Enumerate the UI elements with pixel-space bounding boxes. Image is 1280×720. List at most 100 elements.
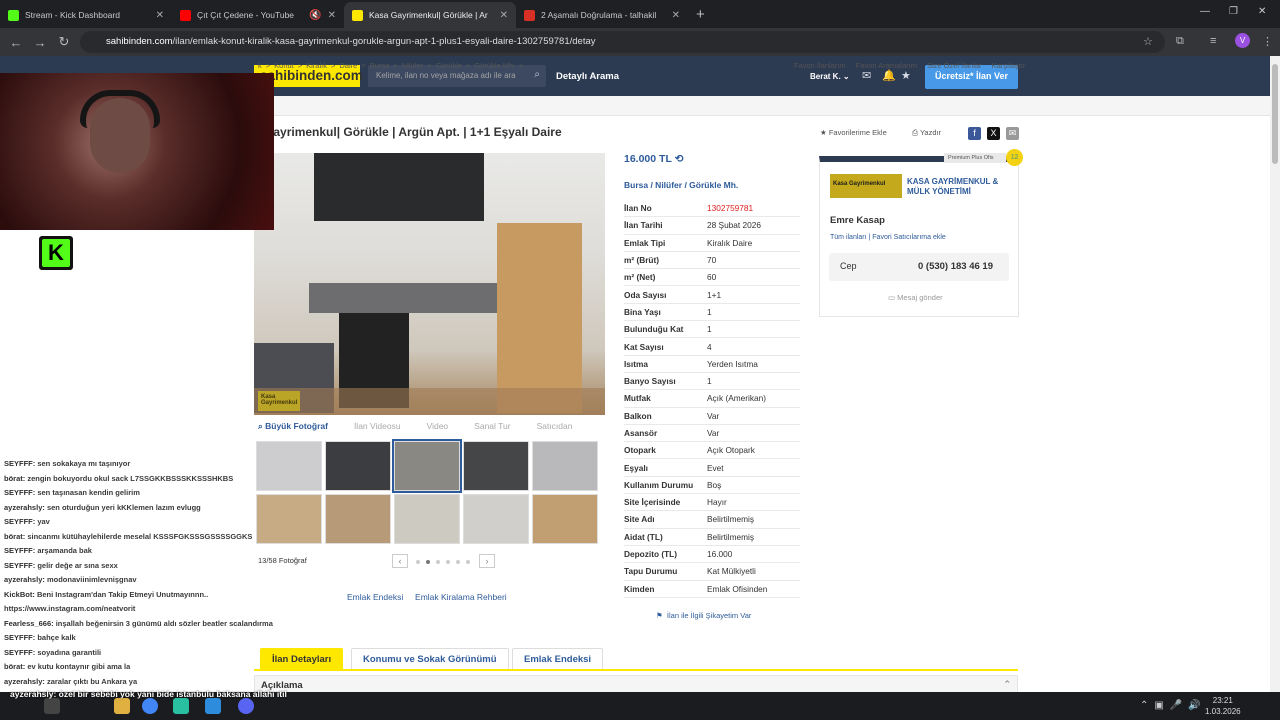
search-icon[interactable]: ⌕ xyxy=(534,69,540,80)
minimize-icon[interactable]: — xyxy=(1200,6,1210,17)
close-tab-icon[interactable]: ✕ xyxy=(156,10,164,21)
photo-thumbnail[interactable] xyxy=(392,439,462,493)
extensions-icon[interactable]: ⧉ xyxy=(1176,35,1184,48)
quick-link[interactable]: Favori İlanlarım xyxy=(794,61,846,70)
breadcrumb-item[interactable]: k xyxy=(258,61,262,70)
breadcrumb-item[interactable]: Kiralık xyxy=(306,61,327,70)
photo-thumbnail[interactable] xyxy=(394,494,460,544)
reload-icon[interactable]: ↻ xyxy=(52,34,76,50)
print-link[interactable]: ⎙ Yazdır xyxy=(912,128,941,138)
chat-username[interactable]: SEYFFF: xyxy=(4,561,35,570)
photo-thumbnail[interactable] xyxy=(325,494,391,544)
pager-dot[interactable] xyxy=(416,560,420,564)
chat-username[interactable]: SEYFFF: xyxy=(4,648,35,657)
x-share-icon[interactable]: X xyxy=(987,127,1000,140)
emlak-endeksi-link[interactable]: Emlak Endeksi xyxy=(347,592,403,602)
discord-icon[interactable] xyxy=(238,698,254,714)
close-tab-icon[interactable]: ✕ xyxy=(672,10,680,21)
tab-sahibinden[interactable]: Kasa Gayrimenkul| Görükle | Ar ✕ xyxy=(344,2,516,28)
chat-username[interactable]: ayzerahsly: xyxy=(4,677,45,686)
address-bar[interactable]: sahibinden.com/ilan/emlak-konut-kiralik-… xyxy=(80,31,1165,53)
breadcrumb-item[interactable]: Görükle Mh. xyxy=(474,61,515,70)
tab-location[interactable]: Konumu ve Sokak Görünümü xyxy=(351,648,509,670)
detailed-search-link[interactable]: Detaylı Arama xyxy=(556,71,619,82)
pager-dot[interactable] xyxy=(456,560,460,564)
photo-thumbnail[interactable] xyxy=(325,441,391,491)
chat-username[interactable]: SEYFFF: xyxy=(4,517,35,526)
large-photo-button[interactable]: ⌕ Büyük Fotoğraf xyxy=(258,421,328,432)
chat-username[interactable]: Fearless_666: xyxy=(4,619,54,628)
add-favorite-link[interactable]: ★ Favorilerime Ekle xyxy=(820,128,887,137)
system-tray[interactable]: ⌃▣🎤🔊 xyxy=(1140,700,1207,711)
rental-guide-link[interactable]: Emlak Kiralama Rehberi xyxy=(415,592,507,602)
forward-icon[interactable]: → xyxy=(28,35,52,50)
scrollbar-thumb[interactable] xyxy=(1272,64,1278,164)
email-share-icon[interactable]: ✉ xyxy=(1006,127,1019,140)
breadcrumb-item[interactable]: Nilüfer xyxy=(402,61,424,70)
chat-username[interactable]: SEYFFF: xyxy=(4,459,35,468)
chat-username[interactable]: SEYFFF: xyxy=(4,546,35,555)
chat-username[interactable]: SEYFFF: xyxy=(4,488,35,497)
photo-thumbnail[interactable] xyxy=(532,441,598,491)
tab-emlak-endeksi[interactable]: Emlak Endeksi xyxy=(512,648,604,670)
tab-kick-dashboard[interactable]: Stream - Kick Dashboard ✕ xyxy=(0,2,172,28)
chat-username[interactable]: börat: xyxy=(4,474,25,483)
location-breadcrumb[interactable]: Bursa / Nilüfer / Görükle Mh. xyxy=(624,180,738,190)
breadcrumb-item[interactable]: Görükle xyxy=(436,61,462,70)
mute-icon[interactable]: 🔇 xyxy=(309,10,321,21)
next-photo-button[interactable]: › xyxy=(479,554,495,568)
listing-video-button[interactable]: İlan Videosu xyxy=(354,421,401,432)
breadcrumb-item[interactable]: Bursa xyxy=(370,61,390,70)
seller-logo[interactable]: Kasa Gayrimenkul xyxy=(830,174,902,198)
chat-username[interactable]: ayzerahsly: xyxy=(4,575,45,584)
chrome-icon[interactable] xyxy=(142,698,158,714)
file-explorer-icon[interactable] xyxy=(114,698,130,714)
seller-video-button[interactable]: Satıcıdan xyxy=(537,421,573,432)
search-icon[interactable] xyxy=(44,698,60,714)
seller-links[interactable]: Tüm ilanları | Favori Satıcılarıma ekle xyxy=(830,234,946,241)
collapse-icon[interactable]: ⌃ xyxy=(1003,679,1011,690)
virtual-tour-button[interactable]: Sanal Tur xyxy=(474,421,510,432)
prev-photo-button[interactable]: ‹ xyxy=(392,554,408,568)
app-icon[interactable] xyxy=(173,698,189,714)
star-icon[interactable]: ★ xyxy=(901,69,911,82)
pager-dot-active[interactable] xyxy=(426,560,430,564)
video-button[interactable]: Video xyxy=(427,421,449,432)
chat-username[interactable]: ayzerahsly: xyxy=(4,503,45,512)
close-tab-icon[interactable]: ✕ xyxy=(328,10,336,21)
quick-link[interactable]: Karşılaştır xyxy=(992,61,1026,70)
user-menu[interactable]: Berat K. ⌄ xyxy=(810,72,850,81)
bookmark-star-icon[interactable]: ☆ xyxy=(1143,35,1153,48)
quick-link[interactable]: Size Özel İlanlar xyxy=(927,61,982,70)
phone-number[interactable]: 0 (530) 183 46 19 xyxy=(918,261,993,272)
close-window-icon[interactable]: ✕ xyxy=(1258,6,1266,17)
chat-username[interactable]: KickBot: xyxy=(4,590,35,599)
new-tab-button[interactable]: + xyxy=(688,6,713,28)
pager-dot[interactable] xyxy=(466,560,470,564)
description-header[interactable]: Açıklama ⌃ xyxy=(254,675,1018,692)
media-icon[interactable]: ≡ xyxy=(1210,35,1216,47)
tab-youtube[interactable]: Çıt Çıt Çedene - YouTube 🔇 ✕ xyxy=(172,2,344,28)
photo-thumbnail[interactable] xyxy=(532,494,598,544)
pager-dot[interactable] xyxy=(436,560,440,564)
restore-icon[interactable]: ❐ xyxy=(1229,6,1238,17)
photo-thumbnail[interactable] xyxy=(463,494,529,544)
chat-username[interactable]: börat: xyxy=(4,662,25,671)
chat-username[interactable]: SEYFFF: xyxy=(4,633,35,642)
profile-avatar[interactable]: V xyxy=(1235,33,1250,48)
close-tab-icon[interactable]: ✕ xyxy=(500,10,508,21)
pager-dot[interactable] xyxy=(446,560,450,564)
seller-company[interactable]: KASA GAYRİMENKUL & MÜLK YÖNETİMİ xyxy=(907,177,1017,197)
photo-thumbnail[interactable] xyxy=(463,441,529,491)
breadcrumb-item[interactable]: Daire xyxy=(339,61,357,70)
report-link[interactable]: ⚑ İlan ile İlgili Şikayetim Var xyxy=(656,611,751,620)
facebook-share-icon[interactable]: f xyxy=(968,127,981,140)
bell-icon[interactable]: 🔔 xyxy=(882,69,896,82)
mail-icon[interactable]: ✉ xyxy=(862,69,871,82)
clock[interactable]: 23:21 1.03.2026 xyxy=(1205,695,1241,717)
tab-gmail[interactable]: 2 Aşamalı Doğrulama - talhakil ✕ xyxy=(516,2,688,28)
history-icon[interactable]: ⟲ xyxy=(675,153,684,165)
quick-link[interactable]: Favori Aramalarım xyxy=(856,61,917,70)
chat-username[interactable]: börat: xyxy=(4,532,25,541)
breadcrumb-item[interactable]: Konut xyxy=(274,61,294,70)
